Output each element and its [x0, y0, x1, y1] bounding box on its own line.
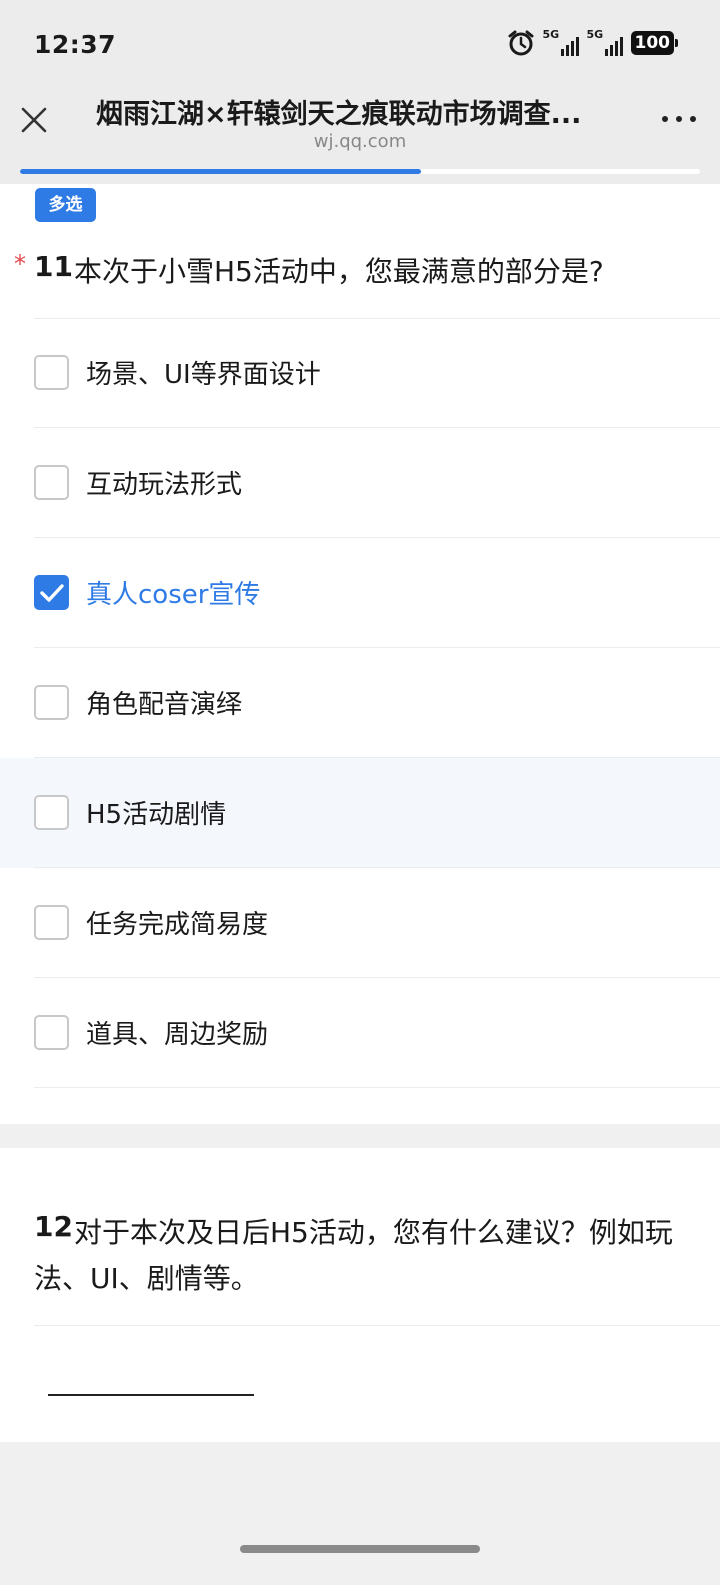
option-item[interactable]: 道具、周边奖励	[0, 978, 720, 1088]
divider	[34, 1325, 720, 1326]
network-label: 5G	[586, 28, 604, 41]
checkbox-checked[interactable]	[34, 575, 69, 610]
survey-page: 12:37 5G 5G 100 烟雨江湖×轩辕剑天之痕联动市场调查... wj.…	[0, 0, 720, 1585]
option-item-selected[interactable]: 真人coser宣传	[0, 538, 720, 648]
checkbox[interactable]	[34, 1015, 69, 1050]
option-label: H5活动剧情	[86, 800, 227, 830]
status-time: 12:37	[34, 30, 117, 59]
question-card-11: 多选 * 11 本次于小雪H5活动中，您最满意的部分是? 场景、UI等界面设计 …	[0, 184, 720, 1124]
progress-track	[20, 169, 700, 174]
checkbox[interactable]	[34, 795, 69, 830]
option-item[interactable]: 任务完成简易度	[0, 868, 720, 978]
checkbox[interactable]	[34, 355, 69, 390]
option-label: 道具、周边奖励	[86, 1020, 269, 1050]
page-title: 烟雨江湖×轩辕剑天之痕联动市场调查...	[96, 99, 582, 130]
question-text: 对于本次及日后H5活动，您有什么建议？例如玩法、UI、剧情等。	[34, 1216, 673, 1295]
option-item[interactable]: H5活动剧情	[0, 758, 720, 868]
option-label: 场景、UI等界面设计	[86, 360, 321, 390]
close-icon[interactable]	[20, 106, 48, 134]
alarm-icon	[508, 30, 533, 56]
page-url: wj.qq.com	[313, 131, 407, 152]
status-bar: 12:37 5G 5G 100	[0, 0, 720, 80]
option-label: 角色配音演绎	[86, 690, 243, 720]
network-label: 5G	[542, 28, 560, 41]
progress-bar	[0, 162, 720, 184]
browser-header: 烟雨江湖×轩辕剑天之痕联动市场调查... wj.qq.com	[0, 80, 720, 162]
home-indicator[interactable]	[240, 1545, 480, 1553]
signal-icon: 5G	[587, 28, 623, 58]
battery-icon: 100	[630, 31, 678, 55]
option-label: 互动玩法形式	[86, 470, 243, 500]
checkmark-icon	[40, 584, 64, 602]
question-card-12: 12 对于本次及日后H5活动，您有什么建议？例如玩法、UI、剧情等。	[0, 1148, 720, 1442]
question-text: 本次于小雪H5活动中，您最满意的部分是?	[74, 255, 604, 288]
answer-input[interactable]	[48, 1394, 254, 1396]
signal-icon: 5G	[543, 28, 579, 58]
multi-select-badge: 多选	[35, 188, 96, 222]
option-item[interactable]: 互动玩法形式	[0, 428, 720, 538]
option-label: 真人coser宣传	[86, 580, 261, 610]
checkbox[interactable]	[34, 465, 69, 500]
progress-fill	[20, 169, 422, 174]
more-icon[interactable]	[662, 116, 696, 122]
status-icons: 5G 5G 100	[507, 28, 678, 58]
option-item[interactable]: 场景、UI等界面设计	[0, 318, 720, 428]
option-list: 场景、UI等界面设计 互动玩法形式 真人coser宣传 角色配音演绎 H5活动剧…	[0, 318, 720, 1088]
required-mark: *	[14, 250, 26, 278]
question-number: 11	[34, 250, 73, 283]
option-item[interactable]: 角色配音演绎	[0, 648, 720, 758]
option-label: 任务完成简易度	[86, 910, 269, 940]
checkbox[interactable]	[34, 685, 69, 720]
checkbox[interactable]	[34, 905, 69, 940]
